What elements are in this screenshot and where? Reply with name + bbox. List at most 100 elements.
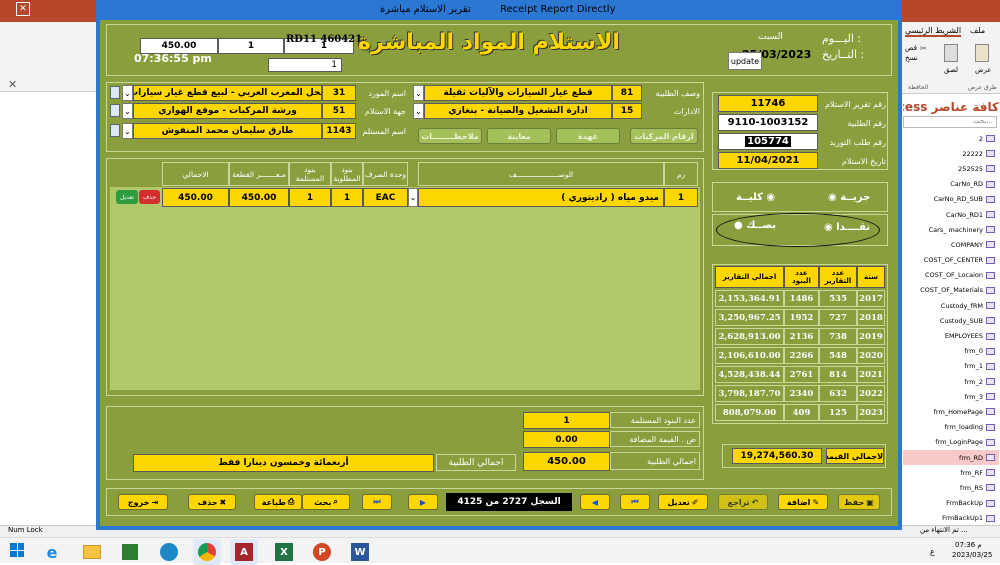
access-icon[interactable]: A [230,539,258,565]
ribbon-tab-home[interactable]: الشريط الرئيسي [905,26,962,37]
items-grid-area [110,208,700,390]
nav-object-item[interactable]: FrmBackUp1 [903,511,999,526]
cut-icon[interactable]: ✂ [920,44,927,53]
excel-icon[interactable]: X [270,539,298,565]
nav-object-item[interactable]: Cars_ machinery [903,222,999,237]
nav-object-item[interactable]: frm_HomePage [903,404,999,419]
nav-object-item[interactable]: frm_loading [903,420,999,435]
nav-object-item[interactable]: frm_RS [903,480,999,495]
supplier-dropdown[interactable]: ⌄ [122,85,133,101]
day-label: اليـــوم : [822,32,862,45]
notes-button[interactable]: ملاحظــــــــات [418,128,482,144]
nav-object-item[interactable]: CarNo_RD1 [903,207,999,222]
nav-object-item[interactable]: COST_OF_CENTER [903,253,999,268]
clip-paste[interactable]: لصق [944,66,958,74]
custody-button[interactable]: عهدة [556,128,620,144]
order-desc-dropdown[interactable]: ⌄ [413,85,424,101]
chrome-icon[interactable] [193,539,221,565]
ribbon-x-icon[interactable]: ✕ [8,78,17,91]
row-desc-dropdown[interactable]: ⌄ [408,188,418,207]
first-record-button[interactable]: ⏮ [620,494,650,510]
tray-time[interactable]: 07:36 م [955,541,982,549]
next-record-button[interactable]: ▶ [408,494,438,510]
nav-search[interactable]: بحث... [903,116,997,128]
nav-object-item[interactable]: COST_OF_Locaion [903,268,999,283]
clip-cut[interactable]: قص [905,44,917,52]
row-delete-button[interactable]: حذف [139,190,160,204]
vat-label: ض . القيمة المضافة [610,431,700,447]
search-button[interactable]: بحث ⌕ [302,494,350,510]
edge-icon[interactable] [155,539,183,565]
stats-cell: 2017 [857,290,885,307]
close-window-button[interactable]: ✕ [16,2,30,16]
car-numbers-button[interactable]: ارقام المركبات [630,128,698,144]
radio-cash[interactable]: ◉ نقــــدا [824,222,870,233]
receiver-form-icon[interactable] [110,124,120,137]
department-dropdown[interactable]: ⌄ [413,103,424,119]
inspection-button[interactable]: معاينة [487,128,551,144]
nav-object-item[interactable]: frm_RF [903,465,999,480]
tray-date[interactable]: 2023/03/25 [952,551,992,559]
receiver-dropdown[interactable]: ⌄ [122,123,133,139]
nav-object-item[interactable]: 2 [903,131,999,146]
nav-object-item[interactable]: CarNo_RD [903,177,999,192]
undo-button[interactable]: تراجع ↶ [718,494,768,510]
powerpoint-icon[interactable]: P [308,539,336,565]
paste-icon[interactable] [944,44,958,62]
save-button[interactable]: حفظ ▣ [838,494,880,510]
add-button[interactable]: اضافة ✎ [778,494,828,510]
nav-object-label: frm_RS [959,483,983,492]
row-desc[interactable]: ميدو مياه ( راديتوري ) [418,188,664,207]
department-value[interactable]: ادارة التشغيل والصيانة - بنغازي [424,103,612,119]
receiving-party-form-icon[interactable] [110,104,120,117]
nav-object-item[interactable]: Custody_fRM [903,298,999,313]
clip-view[interactable]: عرض [975,66,992,74]
start-icon[interactable] [10,543,24,557]
explorer-icon[interactable] [78,539,106,565]
nav-object-item[interactable]: 252525 [903,161,999,176]
ribbon-tab-file[interactable]: ملف [970,26,985,35]
supplier-value[interactable]: محل المغرب العربي - لبيع قطع غيار سيارات [133,85,322,101]
word-icon[interactable]: W [346,539,374,565]
nav-object-item[interactable]: 22222 [903,146,999,161]
receiving-party-value[interactable]: ورشة المركبات - موقع الهواري [133,103,322,119]
next-record-icon: ▶ [419,497,427,507]
nav-object-item[interactable]: frm_2 [903,374,999,389]
order-total-label: اجمالي الطلبية [610,452,700,470]
receiver-value[interactable]: طارق سليمان محمد المنفوش [133,123,322,139]
nav-object-item[interactable]: frm_1 [903,359,999,374]
nav-object-item[interactable]: CarNo_RD_SUB [903,192,999,207]
print-button[interactable]: طباعة ⎙ [254,494,302,510]
update-button[interactable]: update [728,52,762,70]
stats-header-cell: اجمالي التقارير [715,266,784,288]
store-icon[interactable] [116,539,144,565]
receiving-party-dropdown[interactable]: ⌄ [122,103,133,119]
ie-icon[interactable]: e [38,539,66,565]
supply-no-value[interactable]: 105774 [718,133,818,150]
nav-object-item[interactable]: frm_0 [903,344,999,359]
radio-cheque[interactable]: ● بصــك [734,220,776,231]
clip-copy[interactable]: نسخ [905,54,918,62]
nav-object-item[interactable]: COMPANY [903,237,999,252]
row-edit-button[interactable]: تعديل [116,190,138,204]
header-small-input[interactable]: 1 [268,58,342,72]
nav-object-item[interactable]: Custody_SUB [903,313,999,328]
view-icon[interactable] [975,44,989,62]
order-desc-value[interactable]: قطع غيار السيارات والآليات ثقيلة [424,85,612,101]
supplier-form-icon[interactable] [110,86,120,99]
last-record-button[interactable]: ⏭ [362,494,392,510]
nav-object-item[interactable]: FrmBackUp [903,496,999,511]
prev-record-button[interactable]: ◀ [580,494,610,510]
exit-button[interactable]: خروج ⇥ [118,494,168,510]
grid-header-cell: رم [664,162,698,186]
radio-partial[interactable]: ◉ جزيــة [828,192,870,203]
delete-button[interactable]: حذف ✖ [188,494,236,510]
radio-total[interactable]: كليــة ◉ [736,192,775,203]
nav-object-item[interactable]: frm_RD [903,449,999,466]
edit-button[interactable]: تعديل ✐ [658,494,708,510]
nav-object-item[interactable]: frm_LoginPage [903,435,999,450]
nav-object-item[interactable]: COST_OF_Materials [903,283,999,298]
tray-lang[interactable]: ع [930,547,935,556]
nav-object-item[interactable]: frm_3 [903,389,999,404]
nav-object-item[interactable]: EMPLOYEES [903,328,999,343]
